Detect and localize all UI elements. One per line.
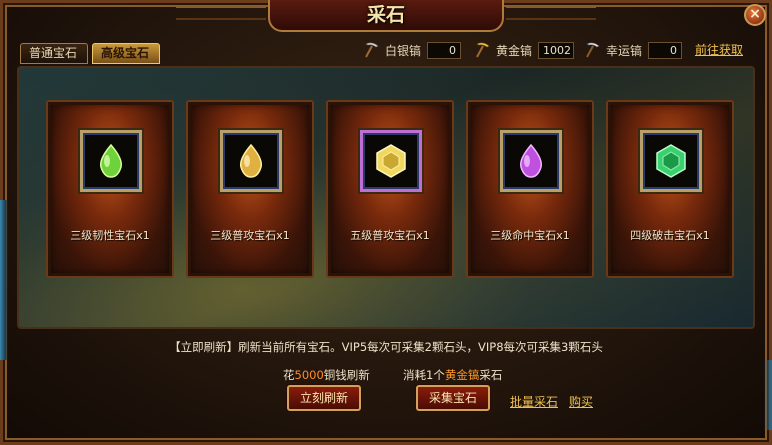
- silver-pickaxe-counter: 白银镐 0: [363, 40, 462, 60]
- tab-normal-gems[interactable]: 普通宝石: [20, 43, 88, 64]
- notice-tag: 【立即刷新】: [169, 340, 239, 354]
- gem-name: 三级命中宝石x1: [490, 229, 570, 242]
- collect-cost-prefix: 消耗1个: [403, 368, 445, 382]
- close-button[interactable]: ×: [744, 4, 766, 26]
- collect-cost-suffix: 采石: [479, 368, 503, 382]
- gem-name: 三级韧性宝石x1: [70, 229, 150, 242]
- gem-slot: [640, 130, 702, 192]
- gold-pickaxe-count: 1002: [538, 41, 575, 59]
- gem-card[interactable]: 四级破击宝石x1: [606, 100, 734, 278]
- lucky-pickaxe-count: 0: [648, 41, 683, 59]
- gold-pickaxe-label: 黄金镐: [496, 43, 533, 58]
- gold-pickaxe-icon: [476, 42, 490, 58]
- gem-name: 三级普攻宝石x1: [210, 229, 290, 242]
- gem-slot: [80, 130, 142, 192]
- gem-slot: [360, 130, 422, 192]
- silver-pickaxe-count: 0: [427, 41, 462, 59]
- batch-mining-link[interactable]: 批量采石: [510, 393, 558, 410]
- gem-drop-icon: [99, 143, 123, 178]
- title-ornament-left: [176, 6, 266, 20]
- lucky-pickaxe-icon: [586, 42, 600, 58]
- gem-card[interactable]: 三级命中宝石x1: [466, 100, 594, 278]
- gem-name: 四级破击宝石x1: [630, 229, 710, 242]
- notice-text: 刷新当前所有宝石。VIP5每次可采集2颗石头，VIP8每次可采集3颗石头: [238, 340, 603, 354]
- gem-drop-icon: [519, 143, 543, 178]
- gem-hexagon-icon: [656, 144, 686, 178]
- silver-pickaxe-label: 白银镐: [385, 43, 422, 58]
- collect-cost-item: 黄金镐: [444, 368, 480, 382]
- refresh-cost-prefix: 花: [283, 368, 295, 382]
- tab-advanced-gems[interactable]: 高级宝石: [92, 43, 160, 64]
- refresh-now-button[interactable]: 立刻刷新: [287, 385, 361, 411]
- background-edge: [764, 360, 772, 430]
- gem-slot: [500, 130, 562, 192]
- refresh-cost-note: 花5000铜钱刷新: [283, 367, 370, 383]
- gem-hexagon-icon: [376, 144, 406, 178]
- background-edge: [0, 200, 8, 360]
- refresh-notice: 【立即刷新】刷新当前所有宝石。VIP5每次可采集2颗石头，VIP8每次可采集3颗…: [0, 339, 772, 355]
- gem-slot: [220, 130, 282, 192]
- refresh-cost-suffix: 铜钱刷新: [323, 368, 370, 382]
- refresh-cost-value: 5000: [294, 368, 324, 382]
- gold-pickaxe-counter: 黄金镐 1002: [474, 40, 575, 60]
- lucky-pickaxe-counter: 幸运镐 0: [584, 40, 683, 60]
- silver-pickaxe-icon: [365, 42, 379, 58]
- lucky-pickaxe-label: 幸运镐: [606, 43, 643, 58]
- gem-card[interactable]: 三级韧性宝石x1: [46, 100, 174, 278]
- collect-gems-button[interactable]: 采集宝石: [416, 385, 490, 411]
- goto-obtain-link[interactable]: 前往获取: [695, 41, 743, 58]
- gem-card[interactable]: 五级普攻宝石x1: [326, 100, 454, 278]
- title-ornament-right: [506, 6, 596, 20]
- gem-name: 五级普攻宝石x1: [350, 229, 430, 242]
- gem-card[interactable]: 三级普攻宝石x1: [186, 100, 314, 278]
- collect-cost-note: 消耗1个黄金镐采石: [403, 367, 502, 383]
- buy-link[interactable]: 购买: [569, 393, 593, 410]
- gem-drop-icon: [239, 143, 263, 178]
- dialog-title: 采石: [268, 0, 504, 32]
- gem-panel: 三级韧性宝石x1 三级普攻宝石x1 五级普攻宝石x1 三级命中宝石x1 四级破击…: [17, 66, 755, 329]
